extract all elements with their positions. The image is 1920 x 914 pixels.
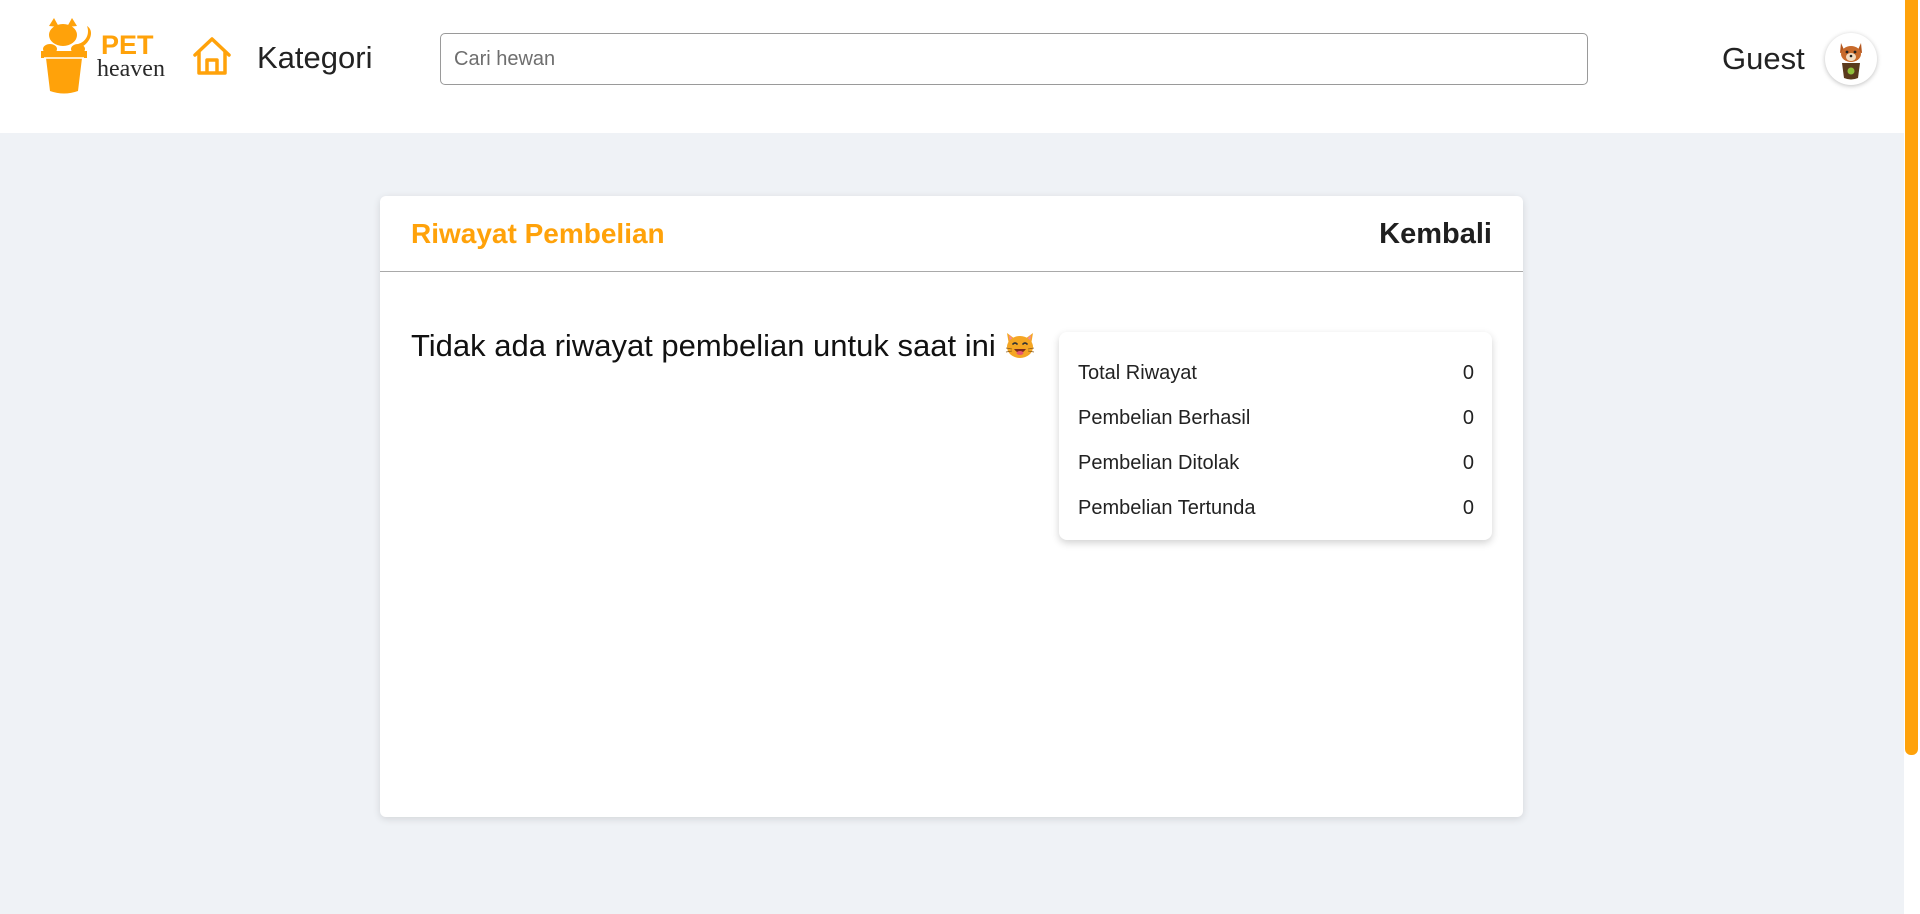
stat-row-tertunda: Pembelian Tertunda 0 bbox=[1078, 494, 1474, 522]
dog-avatar-icon bbox=[1840, 43, 1862, 80]
stat-label: Total Riwayat bbox=[1078, 362, 1197, 384]
logo-pet-text: PET bbox=[101, 30, 154, 60]
top-navbar: PET heaven Kategori Guest bbox=[0, 0, 1904, 133]
home-icon bbox=[193, 37, 231, 75]
purchase-history-card: Riwayat Pembelian Kembali Tidak ada riwa… bbox=[380, 196, 1523, 817]
nav-kategori-link[interactable]: Kategori bbox=[257, 40, 372, 76]
user-name-label[interactable]: Guest bbox=[1722, 41, 1805, 77]
purchase-stats-panel: Total Riwayat 0 Pembelian Berhasil 0 Pem… bbox=[1059, 332, 1492, 540]
stat-value: 0 bbox=[1462, 452, 1474, 474]
stat-label: Pembelian Tertunda bbox=[1078, 497, 1256, 519]
stat-row-total: Total Riwayat 0 bbox=[1078, 359, 1474, 387]
stat-value: 0 bbox=[1462, 497, 1474, 519]
back-button[interactable]: Kembali bbox=[1379, 217, 1492, 251]
stat-label: Pembelian Berhasil bbox=[1078, 407, 1251, 429]
stat-row-berhasil: Pembelian Berhasil 0 bbox=[1078, 404, 1474, 432]
page-title: Riwayat Pembelian bbox=[411, 218, 665, 249]
home-button[interactable] bbox=[190, 34, 234, 78]
stat-value: 0 bbox=[1462, 362, 1474, 384]
stat-row-ditolak: Pembelian Ditolak 0 bbox=[1078, 449, 1474, 477]
user-avatar[interactable] bbox=[1825, 33, 1877, 85]
page-scrollbar-thumb[interactable] bbox=[1905, 0, 1918, 755]
logo-heaven-text: heaven bbox=[97, 56, 165, 82]
search-input[interactable] bbox=[440, 33, 1588, 85]
empty-history-text: Tidak ada riwayat pembelian untuk saat i… bbox=[411, 328, 996, 363]
empty-history-message: Tidak ada riwayat pembelian untuk saat i… bbox=[411, 328, 1036, 368]
pet-heaven-logo[interactable]: PET heaven bbox=[40, 18, 165, 94]
card-header: Riwayat Pembelian Kembali bbox=[380, 196, 1523, 272]
cat-face-icon bbox=[1004, 330, 1036, 368]
stat-label: Pembelian Ditolak bbox=[1078, 452, 1240, 474]
stat-value: 0 bbox=[1462, 407, 1474, 429]
cat-in-pot-logo-icon bbox=[41, 18, 92, 94]
